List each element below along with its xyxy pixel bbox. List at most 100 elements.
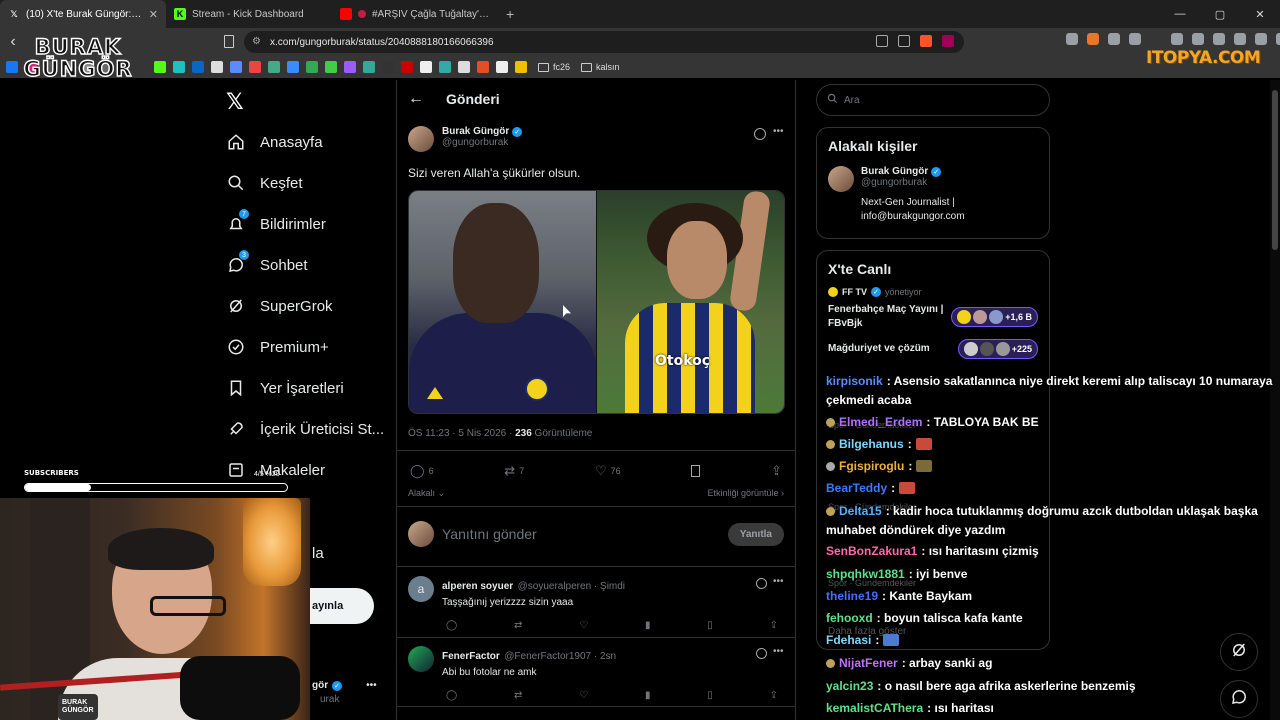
author-name[interactable]: Burak Güngör — [442, 126, 509, 137]
avatar[interactable] — [408, 126, 434, 152]
cast-icon[interactable] — [876, 35, 888, 47]
person-name[interactable]: Burak Güngör — [861, 166, 928, 177]
bookmark-icon[interactable] — [325, 61, 337, 73]
reply-input[interactable]: Yanıtını gönder — [442, 526, 720, 542]
account-switcher[interactable]: gör ✓ ••• urak — [312, 680, 377, 705]
minimize-icon[interactable]: — — [1160, 8, 1200, 20]
bookmark-icon[interactable] — [230, 61, 242, 73]
facebook-icon[interactable] — [6, 61, 18, 73]
tab-youtube[interactable]: #ARŞİV Çağla Tuğaltay'ın Katili K — [332, 0, 498, 28]
leo-icon[interactable] — [1234, 33, 1246, 45]
post-author[interactable]: Burak Güngör ✓ @gungorburak — [408, 126, 523, 152]
stats-icon[interactable]: ▮ — [645, 690, 651, 701]
bookmark-icon[interactable] — [173, 61, 185, 73]
search-input[interactable]: Ara — [816, 84, 1050, 116]
like-action[interactable]: ♡ 76 — [595, 463, 621, 479]
bookmark-icon[interactable] — [211, 61, 223, 73]
extension-icon[interactable] — [1108, 33, 1120, 45]
share-icon[interactable] — [898, 35, 910, 47]
site-settings-icon[interactable]: ⚙ — [252, 36, 264, 48]
more-icon[interactable]: ••• — [366, 680, 377, 691]
bookmark-folder-kalsin[interactable]: kalsın — [581, 62, 620, 72]
avatar[interactable] — [408, 646, 434, 672]
grok-icon[interactable] — [756, 648, 767, 659]
view-activity-link[interactable]: Etkinliği görüntüle › — [707, 488, 784, 499]
reply-item[interactable]: FenerFactor @FenerFactor1907 · 2sn Abi b… — [408, 646, 784, 701]
repost-icon[interactable]: ⇄ — [514, 620, 522, 631]
wallet-icon[interactable] — [1213, 33, 1225, 45]
drive-icon[interactable] — [306, 61, 318, 73]
brave-rewards-icon[interactable] — [942, 35, 954, 47]
post-time[interactable]: ÖS 11:23 · 5 Nis 2026 · — [408, 428, 515, 439]
bookmark-icon[interactable] — [268, 61, 280, 73]
close-tab-icon[interactable]: ✕ — [149, 8, 158, 21]
sidebar-icon[interactable] — [1192, 33, 1204, 45]
kick-icon[interactable] — [154, 61, 166, 73]
heart-icon[interactable]: ♡ — [579, 690, 588, 701]
extension-icon[interactable] — [1066, 33, 1078, 45]
nav-item-creator-studio[interactable]: İçerik Üreticisi St... — [226, 415, 384, 443]
bookmark-icon[interactable] — [515, 61, 527, 73]
live-listeners-pill[interactable]: +225 — [957, 339, 1038, 359]
back-icon[interactable]: ‹ — [0, 33, 26, 51]
nav-item-home[interactable]: Anasayfa — [226, 128, 323, 156]
x-logo-icon[interactable]: 𝕏 — [226, 90, 244, 115]
menu-icon[interactable] — [1276, 33, 1280, 45]
bookmark-icon[interactable] — [382, 61, 394, 73]
close-window-icon[interactable]: ✕ — [1240, 8, 1280, 21]
bookmark-icon[interactable] — [477, 61, 489, 73]
bookmark-star-icon[interactable] — [224, 35, 234, 48]
bookmark-icon[interactable]: ▯ — [707, 690, 713, 701]
repost-action[interactable]: ⇄ 7 — [504, 463, 524, 479]
download-icon[interactable] — [1171, 33, 1183, 45]
more-icon[interactable]: ••• — [773, 576, 784, 587]
grok-button[interactable] — [1220, 633, 1258, 671]
live-listeners-pill[interactable]: +1,6 B — [951, 307, 1038, 327]
reply-icon[interactable]: ◯ — [446, 690, 457, 701]
repost-icon[interactable]: ⇄ — [514, 690, 522, 701]
bookmark-icon[interactable] — [344, 61, 356, 73]
tab-x-post[interactable]: 𝕏 (10) X'te Burak Güngör: "Sizi veren ✕ — [0, 0, 166, 28]
page-scrollbar[interactable] — [1270, 80, 1280, 720]
bookmark-icon[interactable] — [458, 61, 470, 73]
related-person[interactable]: Burak Güngör ✓ @gungorburak Next-Gen Jour… — [817, 160, 1049, 230]
vpn-icon[interactable] — [1255, 33, 1267, 45]
bookmark-action[interactable] — [691, 463, 701, 479]
share-action[interactable]: ⇪ — [771, 463, 782, 479]
bookmark-icon[interactable] — [363, 61, 375, 73]
bookmark-icon[interactable] — [496, 61, 508, 73]
extension-icon[interactable] — [1150, 33, 1162, 45]
reply-button[interactable]: Yanıtla — [727, 522, 784, 546]
post-media[interactable]: Otokoç — [408, 190, 785, 414]
host-name[interactable]: FF TV — [842, 287, 867, 297]
nav-item-supergrok[interactable]: SuperGrok — [226, 292, 333, 320]
amazon-icon[interactable] — [420, 61, 432, 73]
bookmark-icon[interactable] — [249, 61, 261, 73]
stats-icon[interactable]: ▮ — [645, 620, 651, 631]
bookmark-folder-fc26[interactable]: fc26 — [538, 62, 570, 72]
relevance-dropdown[interactable]: Alakalı ⌄ — [408, 488, 445, 499]
scrollbar-thumb[interactable] — [1272, 90, 1278, 250]
reply-author-name[interactable]: FenerFactor — [442, 651, 500, 662]
post-image-left[interactable] — [409, 191, 597, 413]
avatar[interactable]: a — [408, 576, 434, 602]
reply-item[interactable]: a alperen soyuer @soyueralperen · Şimdi … — [408, 576, 784, 631]
grok-icon[interactable] — [756, 578, 767, 589]
bookmark-icon[interactable] — [439, 61, 451, 73]
new-tab-button[interactable]: + — [498, 6, 522, 22]
heart-icon[interactable]: ♡ — [579, 620, 588, 631]
nav-item-more[interactable]: la — [312, 539, 324, 567]
more-icon[interactable]: ••• — [773, 646, 784, 657]
messages-button[interactable] — [1220, 680, 1258, 718]
post-image-right[interactable]: Otokoç — [596, 191, 784, 413]
linkedin-icon[interactable] — [192, 61, 204, 73]
tab-kick-dashboard[interactable]: K Stream - Kick Dashboard — [166, 0, 332, 28]
share-icon[interactable]: ⇪ — [770, 620, 778, 631]
puzzle-icon[interactable] — [1129, 33, 1141, 45]
nav-item-premium[interactable]: Premium+ — [226, 333, 329, 361]
brave-shield-icon[interactable] — [920, 35, 932, 47]
back-arrow-icon[interactable]: ← — [408, 90, 424, 108]
nav-item-bookmarks[interactable]: Yer İşaretleri — [226, 374, 344, 402]
extension-icon[interactable] — [1087, 33, 1099, 45]
live-space-item[interactable]: Fenerbahçe Maç Yayını | FBvBjk +1,6 B — [817, 301, 1049, 337]
